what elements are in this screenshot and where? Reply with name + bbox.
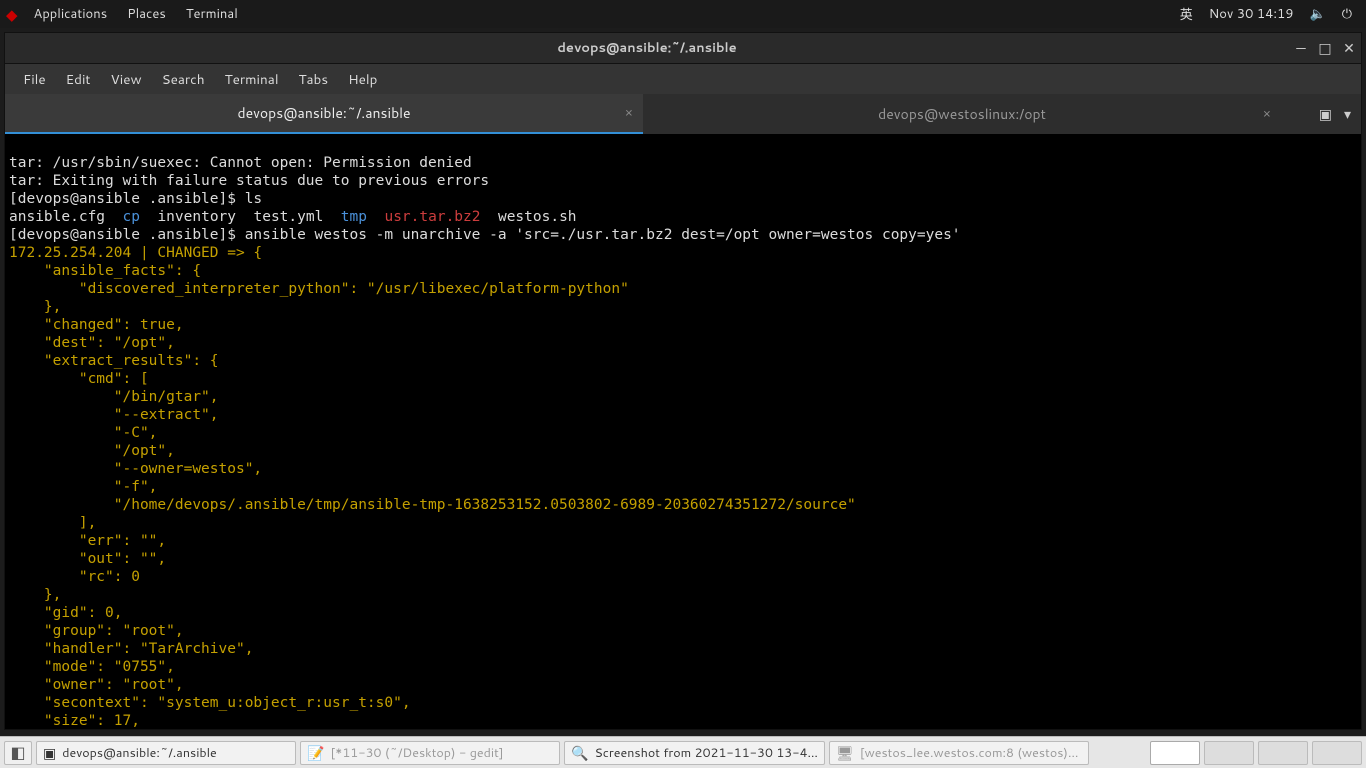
json-line: "mode": "0755", — [9, 659, 175, 675]
taskbar-label: Screenshot from 2021-11-30 13-4… — [594, 744, 818, 762]
menu-edit[interactable]: Edit — [56, 70, 101, 89]
json-line: "secontext": "system_u:object_r:usr_t:s0… — [9, 695, 411, 711]
json-line: "owner": "root", — [9, 677, 184, 693]
bottom-panel: ◧ ▣ devops@ansible:~/.ansible 📝 [*11-30 … — [0, 736, 1366, 768]
maximize-button[interactable]: □ — [1313, 38, 1337, 58]
term-cmd: ansible westos -m unarchive -a 'src=./us… — [245, 227, 961, 243]
json-line: "out": "", — [9, 551, 166, 567]
json-line: "dest": "/opt", — [9, 335, 175, 351]
ls-item: inventory — [157, 209, 236, 225]
tray-slot — [1258, 741, 1308, 765]
term-prompt: [devops@ansible .ansible]$ — [9, 227, 245, 243]
clock[interactable]: Nov 30 14:19 — [1201, 5, 1302, 23]
json-line: "discovered_interpreter_python": "/usr/l… — [9, 281, 629, 297]
vnc-icon: 🖥 — [836, 743, 854, 763]
json-line: "extract_results": { — [9, 353, 219, 369]
taskbar-label: devops@ansible:~/.ansible — [62, 744, 217, 762]
menu-view[interactable]: View — [101, 70, 152, 89]
terminal-icon: ▣ — [43, 743, 56, 763]
ls-item: test.yml — [253, 209, 323, 225]
json-line: 172.25.254.204 | CHANGED => { — [9, 245, 262, 261]
menu-search[interactable]: Search — [152, 70, 215, 89]
json-line: "--extract", — [9, 407, 219, 423]
menu-file[interactable]: File — [13, 70, 56, 89]
ls-item: ansible.cfg — [9, 209, 105, 225]
json-line: "changed": true, — [9, 317, 184, 333]
json-line: "err": "", — [9, 533, 166, 549]
ls-item: westos.sh — [498, 209, 577, 225]
json-line: }, — [9, 299, 61, 315]
taskbar-item-screenshot[interactable]: 🔍 Screenshot from 2021-11-30 13-4… — [564, 741, 825, 765]
image-icon: 🔍 — [571, 743, 588, 763]
volume-icon[interactable]: 🔈 — [1302, 5, 1334, 23]
tab-2-close-icon[interactable]: × — [1263, 105, 1271, 123]
menu-help[interactable]: Help — [338, 70, 387, 89]
places-menu[interactable]: Places — [117, 5, 176, 23]
terminal-menu[interactable]: Terminal — [176, 5, 248, 23]
ime-indicator[interactable]: 英 — [1172, 4, 1201, 24]
json-line: "handler": "TarArchive", — [9, 641, 253, 657]
taskbar-label: [*11-30 (~/Desktop) - gedit] — [330, 744, 503, 762]
chevron-down-icon[interactable]: ▾ — [1344, 104, 1351, 124]
ls-item: usr.tar.bz2 — [384, 209, 480, 225]
json-line: "-C", — [9, 425, 157, 441]
terminal-tabbar: devops@ansible:~/.ansible × devops@westo… — [4, 94, 1362, 134]
taskbar-item-terminal[interactable]: ▣ devops@ansible:~/.ansible — [36, 741, 296, 765]
tray-slot — [1312, 741, 1362, 765]
term-line: tar: Exiting with failure status due to … — [9, 173, 489, 189]
json-line: "/home/devops/.ansible/tmp/ansible-tmp-1… — [9, 497, 856, 513]
ls-item: cp — [123, 209, 140, 225]
distro-icon: ◆ — [6, 4, 18, 25]
json-line: "gid": 0, — [9, 605, 123, 621]
close-button[interactable]: ✕ — [1337, 38, 1361, 58]
power-icon[interactable]: ⏻ — [1334, 5, 1360, 23]
json-line: "/opt", — [9, 443, 175, 459]
taskbar-item-vnc[interactable]: 🖥 [westos_lee.westos.com:8 (westos)… — [829, 741, 1089, 765]
tab-1-label: devops@ansible:~/.ansible — [237, 103, 410, 123]
ls-item: tmp — [341, 209, 367, 225]
workspace-switcher[interactable]: ◧ — [4, 741, 32, 765]
tab-2[interactable]: devops@westoslinux:/opt × — [643, 94, 1281, 134]
tab-1-close-icon[interactable]: × — [625, 104, 633, 122]
menubar: File Edit View Search Terminal Tabs Help — [4, 64, 1362, 94]
screen-icon[interactable]: ▣ — [1319, 104, 1332, 124]
gedit-icon: 📝 — [307, 743, 324, 763]
json-line: "ansible_facts": { — [9, 263, 201, 279]
json-line: }, — [9, 587, 61, 603]
applications-menu[interactable]: Applications — [24, 5, 118, 23]
taskbar-label: [westos_lee.westos.com:8 (westos)… — [860, 744, 1079, 762]
tab-1[interactable]: devops@ansible:~/.ansible × — [5, 94, 643, 134]
term-cmd: ls — [245, 191, 262, 207]
tab-2-label: devops@westoslinux:/opt — [878, 104, 1046, 124]
menu-tabs[interactable]: Tabs — [289, 70, 339, 89]
json-line: "size": 17, — [9, 713, 140, 729]
minimize-button[interactable]: — — [1289, 38, 1313, 58]
taskbar-item-gedit[interactable]: 📝 [*11-30 (~/Desktop) - gedit] — [300, 741, 560, 765]
json-line: "cmd": [ — [9, 371, 149, 387]
terminal-output[interactable]: tar: /usr/sbin/suexec: Cannot open: Perm… — [4, 134, 1362, 730]
json-line: ], — [9, 515, 96, 531]
window-title: devops@ansible:~/.ansible — [5, 39, 1289, 57]
tray-slot — [1204, 741, 1254, 765]
json-line: "-f", — [9, 479, 157, 495]
tray-box[interactable] — [1150, 741, 1200, 765]
json-line: "/bin/gtar", — [9, 389, 219, 405]
window-titlebar[interactable]: devops@ansible:~/.ansible — □ ✕ — [4, 32, 1362, 64]
gnome-topbar: ◆ Applications Places Terminal 英 Nov 30 … — [0, 0, 1366, 28]
json-line: "rc": 0 — [9, 569, 140, 585]
term-prompt: [devops@ansible .ansible]$ — [9, 191, 245, 207]
term-line: tar: /usr/sbin/suexec: Cannot open: Perm… — [9, 155, 472, 171]
menu-terminal[interactable]: Terminal — [215, 70, 289, 89]
json-line: "--owner=westos", — [9, 461, 262, 477]
json-line: "group": "root", — [9, 623, 184, 639]
